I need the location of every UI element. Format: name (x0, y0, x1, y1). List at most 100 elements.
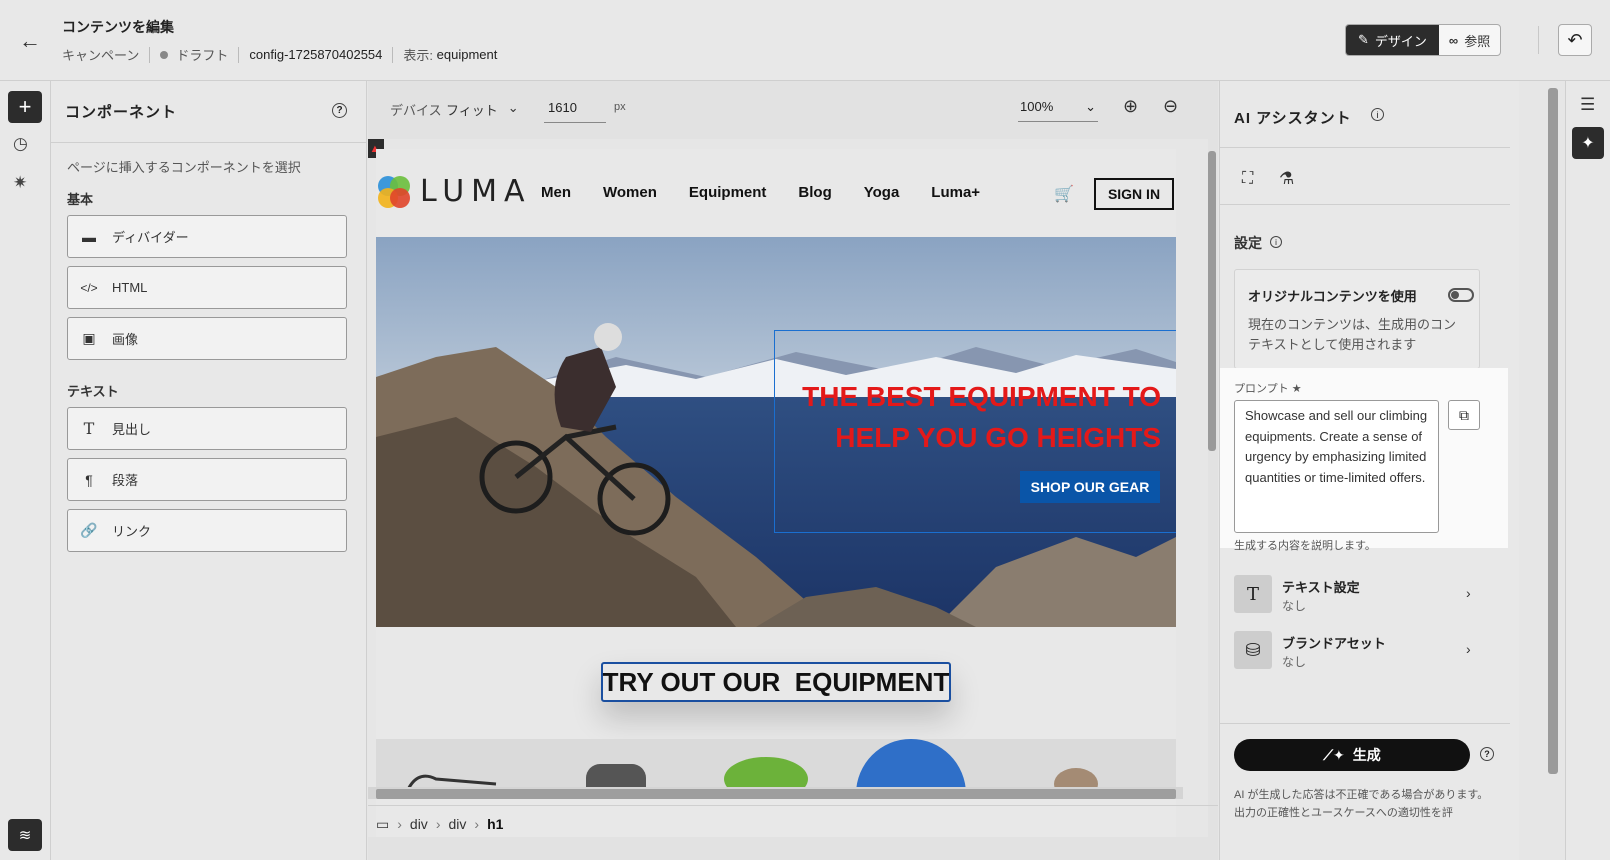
help-icon[interactable]: ? (332, 103, 347, 118)
breadcrumb: ▭ › div › div › h1 (368, 805, 1218, 860)
text-settings-value: なし (1282, 599, 1307, 613)
view-label: 表示: (403, 48, 434, 63)
text-section-label: テキスト (67, 384, 119, 399)
zoom-select[interactable]: 100% ⌄ (1018, 96, 1098, 122)
generate-button[interactable]: ⟋✦ 生成 (1234, 739, 1470, 771)
component-label: 段落 (112, 473, 139, 488)
spark-icon[interactable]: ✷ (13, 173, 27, 193)
cart-icon[interactable]: 🛒 (1054, 184, 1074, 204)
brand-assets-title: ブランドアセット (1282, 636, 1386, 651)
ai-assistant-panel: AI アシスタント i ⛶ ⚗ 設定 i オリジナルコンテンツを使用 現在のコン… (1219, 81, 1519, 860)
undo-icon[interactable]: ↶ (1558, 24, 1592, 56)
image-icon: ▣ (82, 330, 96, 346)
heading-component[interactable]: T 見出し (67, 407, 347, 450)
text-settings-title: テキスト設定 (1282, 580, 1360, 595)
copy-icon[interactable]: ⧉ (1448, 400, 1480, 430)
chevron-right-icon: › (1466, 585, 1471, 601)
plus-icon[interactable]: + (8, 91, 42, 123)
divider (1220, 204, 1510, 205)
selected-heading[interactable]: TRY OUT OUR EQUIPMENT (601, 662, 951, 702)
brand-assets-row[interactable]: ⛁ ブランドアセット なし › (1234, 629, 1484, 673)
zoom-in-icon[interactable]: ⊕ (1123, 96, 1138, 117)
prompt-label: プロンプト ★ (1234, 383, 1302, 395)
canvas-scroll-thumb[interactable] (1208, 151, 1216, 451)
prompt-hint: 生成する内容を説明します。 (1234, 540, 1376, 552)
canvas-hscroll-thumb[interactable] (376, 789, 1176, 799)
paragraph-component[interactable]: ¶ 段落 (67, 458, 347, 501)
link-component[interactable]: 🔗 リンク (67, 509, 347, 552)
code-icon: </> (80, 280, 98, 295)
nav-item[interactable]: Yoga (864, 184, 900, 201)
left-rail: + ◷ ✷ ≋ (0, 81, 51, 860)
nav-item[interactable]: Blog (798, 184, 831, 201)
divider-component[interactable]: ▬ ディバイダー (67, 215, 347, 258)
breadcrumb-item[interactable]: div (448, 816, 466, 832)
original-content-desc: 現在のコンテンツは、生成用のコンテキストとして使用されます (1248, 317, 1457, 352)
help-icon[interactable]: ? (1480, 747, 1494, 761)
shop-our-gear-button[interactable]: SHOP OUR GEAR (1020, 471, 1160, 503)
component-label: 画像 (112, 332, 139, 347)
right-rail: ☰ ✦ (1565, 81, 1610, 860)
nav-item[interactable]: Luma+ (931, 184, 980, 201)
toggle-knob (1451, 291, 1459, 299)
status-dot (160, 50, 169, 59)
settings-label: 設定 (1234, 235, 1262, 251)
wand-icon[interactable]: ✦ (1572, 127, 1604, 159)
chevron-down-icon: ⌄ (507, 100, 519, 115)
breadcrumb-item-current[interactable]: h1 (487, 816, 503, 832)
component-label: リンク (112, 524, 152, 539)
hero-heading[interactable]: THE BEST EQUIPMENT TO HELP YOU GO HEIGHT… (796, 376, 1161, 458)
layers-icon[interactable]: ≋ (8, 819, 42, 851)
ai-disclaimer: AI が生成した応答は不正確である場合があります。出力の正確性とユースケースへの… (1234, 789, 1489, 819)
ai-panel-title: AI アシスタント (1234, 110, 1352, 127)
text-settings-row[interactable]: T テキスト設定 なし › (1234, 573, 1484, 617)
folder-icon[interactable]: ▭ (376, 816, 389, 833)
components-panel: コンポーネント ? ページに挿入するコンポーネントを選択 基本 ▬ ディバイダー… (51, 81, 367, 860)
breadcrumb-item[interactable]: div (410, 816, 428, 832)
chevron-down-icon: ⌄ (1085, 99, 1096, 114)
brand-assets-value: なし (1282, 655, 1307, 669)
header-divider (1538, 26, 1539, 54)
sliders-icon[interactable]: ☰ (1580, 95, 1595, 115)
chevron-right-icon: › (435, 816, 441, 832)
heading-icon: T (83, 419, 95, 438)
px-unit-label: px (614, 101, 626, 113)
nav-item[interactable]: Men (541, 184, 571, 201)
image-component[interactable]: ▣ 画像 (67, 317, 347, 360)
panel-scrollbar[interactable] (1548, 88, 1558, 774)
view-mode-button[interactable]: ∞ 参照 (1439, 25, 1500, 55)
preview-frame: ▲ LUMA Men Women Equipment Blog Yoga Lum… (368, 139, 1208, 837)
components-title: コンポーネント (65, 104, 178, 121)
info-icon[interactable]: i (1371, 108, 1384, 121)
prompt-textarea[interactable]: Showcase and sell our climbing equipment… (1234, 400, 1439, 533)
zoom-out-icon[interactable]: ⊖ (1163, 96, 1178, 117)
html-component[interactable]: </> HTML (67, 266, 347, 309)
view-value[interactable]: equipment (437, 47, 498, 62)
top-header: ← コンテンツを編集 キャンペーン ドラフト config-1725870402… (0, 0, 1610, 81)
meta-divider (392, 46, 394, 63)
page-title: コンテンツを編集 (62, 19, 174, 35)
view-mode-label: 参照 (1464, 33, 1491, 49)
components-hint: ページに挿入するコンポーネントを選択 (67, 160, 301, 175)
back-arrow-icon[interactable]: ← (16, 27, 44, 55)
fit-value: フィット (446, 103, 498, 118)
focus-icon[interactable]: ⛶ (1242, 170, 1253, 188)
canvas-area: デバイス フィット ⌄ 1610 px 100% ⌄ ⊕ ⊖ ▲ LUMA Me… (368, 81, 1218, 860)
status-label: ドラフト (176, 48, 229, 63)
flask-icon[interactable]: ⚗ (1279, 169, 1294, 189)
nav-item[interactable]: Equipment (689, 184, 767, 201)
campaign-label: キャンペーン (62, 48, 140, 63)
original-content-title: オリジナルコンテンツを使用 (1248, 289, 1417, 304)
sign-in-button[interactable]: SIGN IN (1094, 178, 1174, 210)
hero-banner[interactable]: THE BEST EQUIPMENT TO HELP YOU GO HEIGHT… (376, 237, 1176, 627)
device-fit-select[interactable]: フィット ⌄ (446, 100, 519, 119)
history-icon[interactable]: ◷ (13, 134, 28, 154)
info-icon[interactable]: i (1270, 236, 1282, 248)
width-input[interactable]: 1610 (544, 97, 606, 123)
divider (1220, 723, 1510, 724)
design-button[interactable]: ✎ デザイン (1346, 25, 1439, 55)
logo-text: LUMA (420, 174, 532, 209)
nav-item[interactable]: Women (603, 184, 657, 201)
binoculars-icon: ∞ (1448, 32, 1459, 48)
hero-line: HELP YOU GO HEIGHTS (835, 422, 1161, 453)
